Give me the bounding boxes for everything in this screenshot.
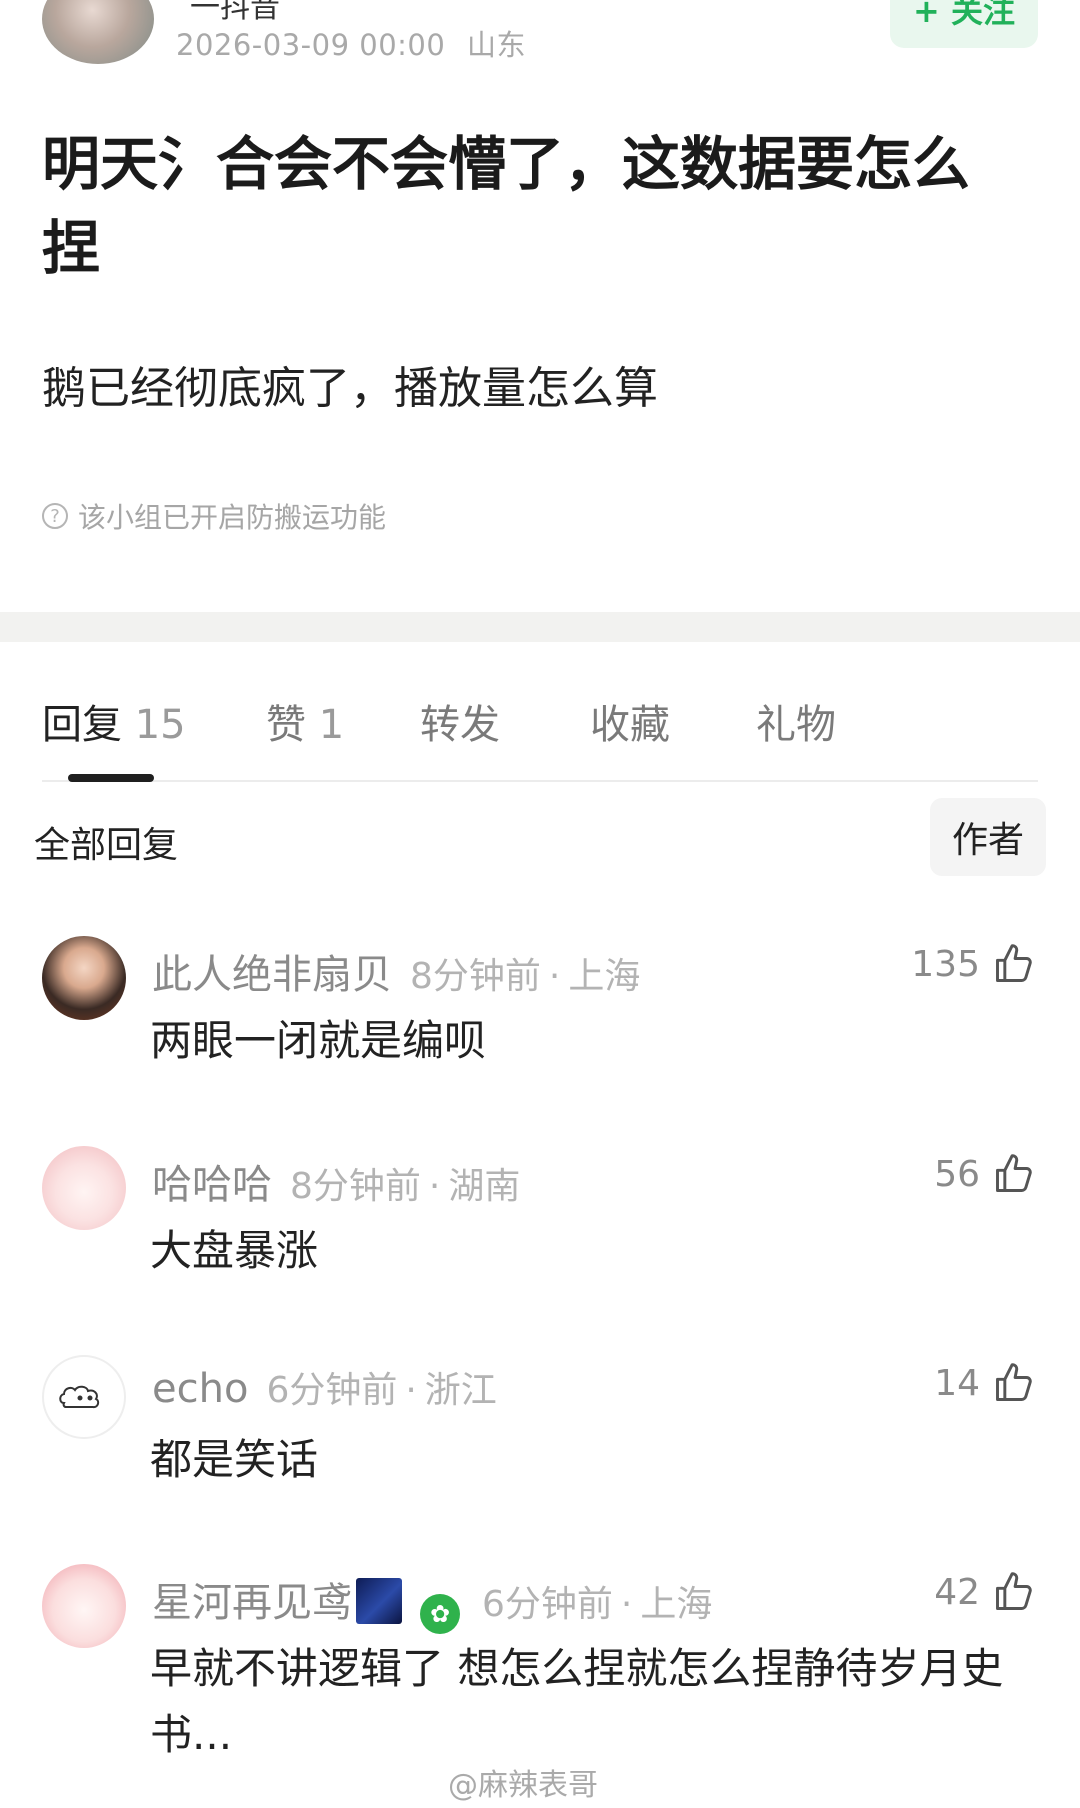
tab-replies[interactable]: 回复 15: [42, 692, 186, 750]
post-timestamp: 2026-03-09 00:00: [176, 28, 446, 62]
commenter-name-row: 星河再见鸢 ✿ 6分钟前 · 上海: [152, 1570, 712, 1634]
commenter-avatar[interactable]: [42, 1564, 126, 1648]
comment-text: 大盘暴涨: [150, 1226, 319, 1275]
tab-reposts[interactable]: 转发: [420, 692, 500, 750]
comment-dot: ·: [548, 956, 561, 997]
plant-badge-icon: ✿: [420, 1594, 460, 1634]
active-tab-indicator: [68, 774, 154, 782]
post-location: 山东: [467, 28, 527, 62]
post-body: 鹅已经彻底疯了，播放量怎么算: [42, 363, 658, 414]
tab-label: 赞: [266, 702, 306, 748]
anti-repost-notice[interactable]: ? 该小组已开启防搬运功能: [42, 496, 386, 536]
commenter-name[interactable]: 此人绝非扇贝: [152, 952, 392, 998]
commenter-name[interactable]: 哈哈哈: [152, 1162, 272, 1208]
follow-label: + 关注: [913, 0, 1015, 30]
commenter-name-row: 哈哈哈 8分钟前 · 湖南: [152, 1152, 520, 1210]
post-card: 一抖音 2026-03-09 00:00 山东 + 关注 明天氵合会不会懵了，这…: [0, 0, 1080, 612]
comment-time: 6分钟前: [266, 1370, 398, 1411]
tab-count: 1: [318, 702, 345, 748]
comment-text: 都是笑话: [150, 1435, 319, 1484]
commenter-avatar[interactable]: [42, 936, 126, 1020]
commenter-name[interactable]: echo: [152, 1366, 248, 1412]
post-title: 明天氵合会不会懵了，这数据要怎么捏: [42, 130, 971, 282]
tab-divider: [42, 780, 1038, 782]
commenter-avatar[interactable]: [42, 1355, 126, 1439]
author-only-button[interactable]: 作者: [930, 798, 1046, 876]
like-count: 56: [934, 1153, 980, 1195]
author-avatar[interactable]: [42, 0, 154, 64]
like-count: 14: [934, 1362, 980, 1404]
comment-time: 6分钟前: [482, 1584, 613, 1625]
comment-time: 8分钟前: [410, 956, 541, 997]
tab-label: 转发: [420, 702, 500, 748]
like-button[interactable]: 14: [934, 1361, 1036, 1405]
tab-label: 收藏: [590, 702, 670, 748]
follow-button[interactable]: + 关注: [890, 0, 1038, 48]
comment-text: 早就不讲逻辑了 想怎么捏就怎么捏静待岁月史书...: [150, 1644, 1004, 1759]
comment-location: 湖南: [448, 1166, 521, 1207]
tab-gifts[interactable]: 礼物: [756, 692, 836, 750]
comment-location: 上海: [568, 956, 641, 997]
post-meta: 2026-03-09 00:00 山东: [176, 22, 526, 64]
thumbs-up-icon: [996, 944, 1032, 982]
commenter-avatar[interactable]: [42, 1146, 126, 1230]
tab-label: 回复: [42, 702, 122, 748]
comment-dot: ·: [620, 1584, 633, 1625]
notice-text: 该小组已开启防搬运功能: [78, 501, 387, 534]
sheep-doodle-icon: [59, 1385, 100, 1409]
comment-location: 上海: [640, 1584, 713, 1625]
tab-count: 15: [134, 702, 186, 748]
starry-sky-badge-icon: [356, 1578, 402, 1624]
commenter-name[interactable]: 星河再见鸢: [152, 1580, 352, 1626]
like-count: 42: [934, 1571, 980, 1613]
thumbs-up-icon: [996, 1154, 1032, 1192]
comment-dot: ·: [405, 1370, 417, 1411]
comment-time: 8分钟前: [290, 1166, 421, 1207]
comment-text: 两眼一闭就是编呗: [150, 1016, 487, 1065]
comment-location: 浙江: [424, 1370, 497, 1411]
commenter-name-row: 此人绝非扇贝 8分钟前 · 上海: [152, 942, 640, 1000]
comment-dot: ·: [428, 1166, 441, 1207]
like-button[interactable]: 56: [934, 1152, 1036, 1196]
watermark: @麻辣表哥: [448, 1768, 598, 1803]
thumbs-up-icon: [996, 1572, 1032, 1610]
like-count: 135: [911, 943, 980, 985]
section-divider: [0, 612, 1080, 642]
tab-likes[interactable]: 赞 1: [266, 692, 344, 750]
tab-label: 礼物: [756, 702, 836, 748]
tab-favorites[interactable]: 收藏: [590, 692, 670, 750]
question-icon: ?: [42, 503, 68, 529]
like-button[interactable]: 42: [934, 1570, 1036, 1614]
thumbs-up-icon: [996, 1363, 1032, 1401]
commenter-name-row: echo 6分钟前 · 浙江: [152, 1361, 497, 1413]
like-button[interactable]: 135: [911, 942, 1036, 986]
all-replies-filter[interactable]: 全部回复: [34, 816, 178, 868]
